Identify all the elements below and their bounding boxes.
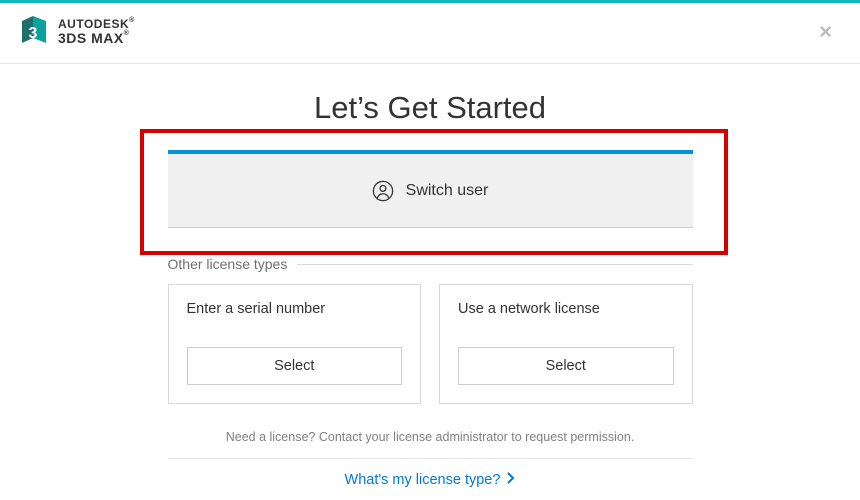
option-serial-number: Enter a serial number Select xyxy=(168,284,422,404)
page-title: Let’s Get Started xyxy=(40,90,820,126)
link-row: What's my license type? xyxy=(40,471,820,489)
option-network-license: Use a network license Select xyxy=(439,284,693,404)
header: 3 AUTODESK® 3DS MAX® × xyxy=(0,3,860,64)
switch-user-label: Switch user xyxy=(406,182,489,200)
link-label: What's my license type? xyxy=(345,472,501,488)
divider xyxy=(168,458,693,459)
select-network-button[interactable]: Select xyxy=(458,347,674,385)
other-license-title: Other license types xyxy=(168,256,288,272)
divider xyxy=(297,264,692,265)
close-icon[interactable]: × xyxy=(815,15,836,49)
select-serial-button[interactable]: Select xyxy=(187,347,403,385)
option-title: Use a network license xyxy=(458,301,674,317)
switch-user-card[interactable]: Switch user xyxy=(168,150,693,228)
content: Let’s Get Started Switch user Other lice… xyxy=(0,64,860,489)
product-logo-icon: 3 xyxy=(20,16,48,48)
other-license-header: Other license types xyxy=(168,256,693,272)
chevron-right-icon xyxy=(506,472,515,488)
license-type-link[interactable]: What's my license type? xyxy=(345,472,516,488)
brand: 3 AUTODESK® 3DS MAX® xyxy=(20,16,135,48)
help-text: Need a license? Contact your license adm… xyxy=(40,430,820,444)
svg-text:3: 3 xyxy=(29,25,38,42)
license-options: Enter a serial number Select Use a netwo… xyxy=(168,284,693,404)
option-title: Enter a serial number xyxy=(187,301,403,317)
brand-text: AUTODESK® 3DS MAX® xyxy=(58,18,135,45)
user-icon xyxy=(372,180,394,202)
brand-line2: 3DS MAX® xyxy=(58,31,135,46)
